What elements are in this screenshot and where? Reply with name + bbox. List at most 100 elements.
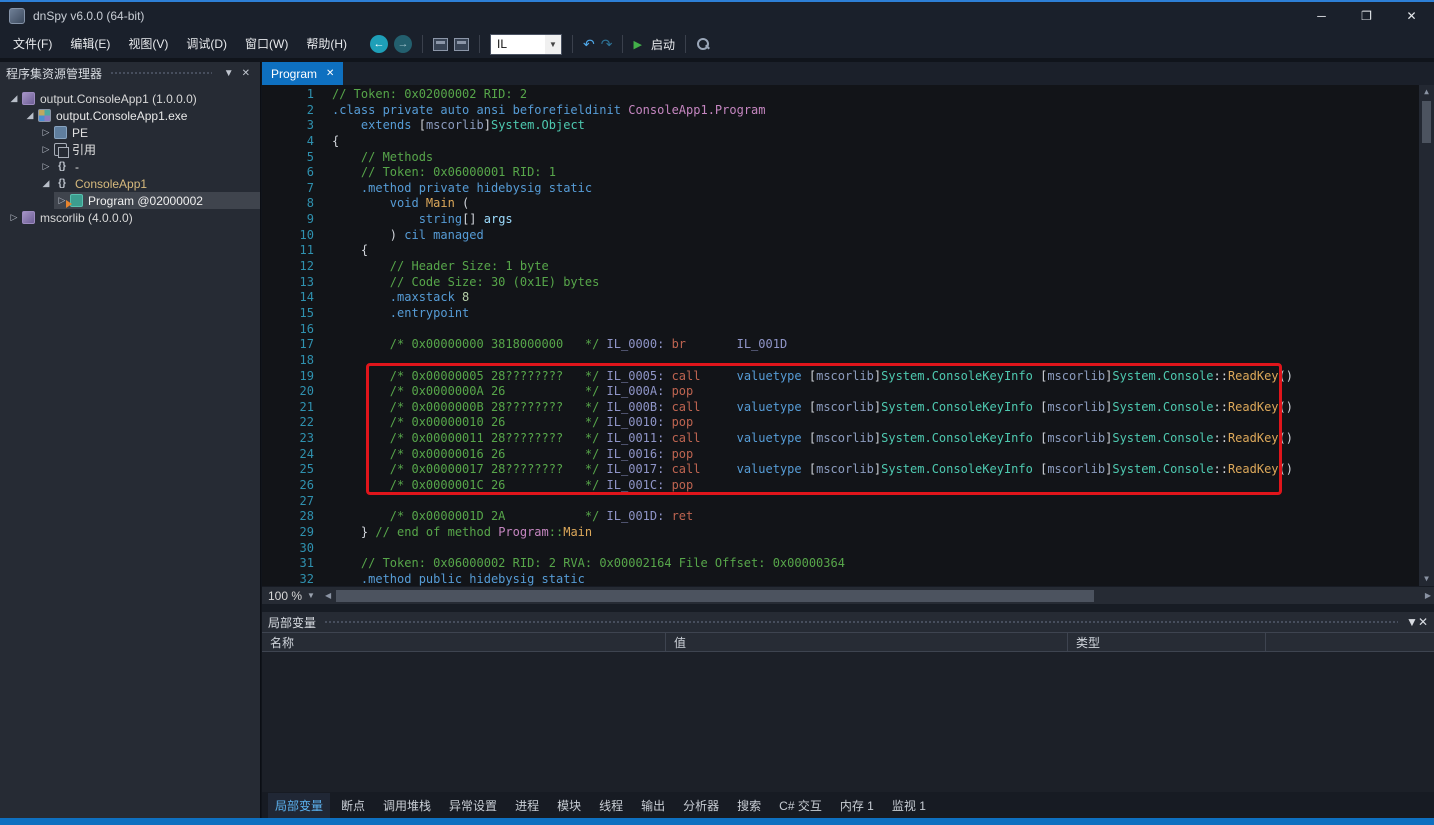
tree-node[interactable]: ◢ {} ConsoleApp1 [0, 175, 260, 192]
tree-node-content[interactable]: ▷ 引用 [38, 141, 260, 158]
panel-splitter[interactable] [262, 604, 1434, 612]
tool-tab[interactable]: 分析器 [676, 793, 726, 818]
tab-close-icon[interactable]: ✕ [326, 68, 334, 79]
code-line[interactable]: 15 .entrypoint [266, 306, 1434, 322]
vertical-scrollbar[interactable]: ▲ ▼ [1419, 85, 1434, 586]
expand-arrow-icon[interactable]: ◢ [6, 93, 22, 104]
vertical-scrollbar-thumb[interactable] [1422, 101, 1431, 143]
zoom-control[interactable]: 100 % ▼ [262, 589, 315, 603]
tree-node-content[interactable]: ▷ {} - [38, 158, 260, 175]
code-line[interactable]: 26 /* 0x0000001C 26 */ IL_001C: pop [266, 478, 1434, 494]
tool-tab[interactable]: 异常设置 [442, 793, 504, 818]
code-line[interactable]: 9 string[] args [266, 212, 1434, 228]
code-line[interactable]: 32 .method public hidebysig static [266, 572, 1434, 586]
tool-tab[interactable]: 断点 [334, 793, 372, 818]
menu-item[interactable]: 帮助(H) [297, 30, 356, 58]
navigate-back-button[interactable]: ← [370, 35, 388, 53]
tool-tab[interactable]: 输出 [634, 793, 672, 818]
start-button-label[interactable]: 启动 [651, 36, 675, 53]
code-line[interactable]: 18 [266, 353, 1434, 369]
undo-button[interactable]: ↶ [583, 36, 595, 53]
scroll-down-icon[interactable]: ▼ [1424, 572, 1429, 586]
search-icon[interactable] [696, 37, 710, 51]
tree-node[interactable]: ▷ {} - [0, 158, 260, 175]
code-line[interactable]: 3 extends [mscorlib]System.Object [266, 118, 1434, 134]
scroll-right-icon[interactable]: ▶ [1425, 589, 1431, 603]
panel-menu-icon[interactable]: ▼ [220, 68, 238, 79]
close-button[interactable]: ✕ [1389, 2, 1434, 30]
code-line[interactable]: 4{ [266, 134, 1434, 150]
locals-table-body[interactable] [262, 652, 1434, 792]
tool-tab[interactable]: 搜索 [730, 793, 768, 818]
collapse-arrow-icon[interactable]: ▷ [6, 212, 22, 223]
code-editor[interactable]: 1// Token: 0x02000002 RID: 2 2 .class priv… [262, 85, 1434, 586]
code-line[interactable]: 11 { [266, 243, 1434, 259]
code-line[interactable]: 5 // Methods [266, 150, 1434, 166]
code-line[interactable]: 20 /* 0x0000000A 26 */ IL_000A: pop [266, 384, 1434, 400]
tool-tab[interactable]: 内存 1 [833, 793, 881, 818]
navigate-forward-button[interactable]: → [394, 35, 412, 53]
tool-tab[interactable]: 模块 [550, 793, 588, 818]
redo-button[interactable]: ↷ [601, 36, 613, 53]
code-line[interactable]: 1 // Token: 0x02000002 RID: 2 [266, 87, 1434, 103]
locals-column-3[interactable]: 类型 [1068, 633, 1266, 651]
code-line[interactable]: 7 .method private hidebysig static [266, 181, 1434, 197]
menu-item[interactable]: 视图(V) [119, 30, 177, 58]
collapse-arrow-icon[interactable]: ▷ [38, 144, 54, 155]
code-line[interactable]: 8 void Main ( [266, 196, 1434, 212]
code-line[interactable]: 21 /* 0x0000000B 28???????? */ IL_000B: … [266, 400, 1434, 416]
collapse-arrow-icon[interactable]: ▷ [38, 161, 54, 172]
tool-tab[interactable]: 局部变量 [268, 792, 331, 818]
tree-node-content[interactable]: ▷ Program @02000002 [54, 192, 260, 209]
tab-program[interactable]: Program ✕ [262, 62, 344, 85]
menu-item[interactable]: 文件(F) [4, 30, 61, 58]
code-line[interactable]: 25 /* 0x00000017 28???????? */ IL_0017: … [266, 462, 1434, 478]
minimize-button[interactable]: ─ [1299, 2, 1344, 30]
code-line[interactable]: 17 /* 0x00000000 3818000000 */ IL_0000: … [266, 337, 1434, 353]
tool-tab[interactable]: 调用堆栈 [376, 793, 438, 818]
open-file-icon[interactable] [433, 37, 448, 51]
chevron-down-icon[interactable]: ▼ [545, 34, 561, 54]
tool-tab[interactable]: C# 交互 [772, 793, 829, 818]
scroll-left-icon[interactable]: ◀ [325, 589, 331, 603]
tool-tab[interactable]: 监视 1 [885, 793, 933, 818]
tree-node[interactable]: ▷ Program @02000002 [0, 192, 260, 209]
tree-node[interactable]: ◢ output.ConsoleApp1 (1.0.0.0) [0, 90, 260, 107]
panel-close-icon[interactable]: ✕ [1418, 615, 1428, 629]
code-line[interactable]: 27 [266, 494, 1434, 510]
scroll-up-icon[interactable]: ▲ [1424, 85, 1429, 99]
code-line[interactable]: 28 /* 0x0000001D 2A */ IL_001D: ret [266, 509, 1434, 525]
locals-column-1[interactable]: 名称 [262, 633, 666, 651]
menu-item[interactable]: 窗口(W) [236, 30, 297, 58]
tree-node-content[interactable]: ▷ mscorlib (4.0.0.0) [6, 209, 260, 226]
code-line[interactable]: 22 /* 0x00000010 26 */ IL_0010: pop [266, 415, 1434, 431]
code-line[interactable]: 10 ) cil managed [266, 228, 1434, 244]
code-line[interactable]: 14 .maxstack 8 [266, 290, 1434, 306]
code-line[interactable]: 23 /* 0x00000011 28???????? */ IL_0011: … [266, 431, 1434, 447]
chevron-down-icon[interactable]: ▼ [307, 591, 315, 600]
code-line[interactable]: 2 .class private auto ansi beforefieldini… [266, 103, 1434, 119]
code-line[interactable]: 30 [266, 541, 1434, 557]
language-selector[interactable]: IL ▼ [490, 33, 562, 55]
tree-node-content[interactable]: ◢ output.ConsoleApp1 (1.0.0.0) [6, 90, 260, 107]
tree-node[interactable]: ▷ PE [0, 124, 260, 141]
tool-tab[interactable]: 线程 [592, 793, 630, 818]
collapse-arrow-icon[interactable]: ▷ [38, 127, 54, 138]
code-line[interactable]: 16 [266, 322, 1434, 338]
maximize-button[interactable]: ❐ [1344, 2, 1389, 30]
code-line[interactable]: 24 /* 0x00000016 26 */ IL_0016: pop [266, 447, 1434, 463]
expand-arrow-icon[interactable]: ◢ [22, 110, 38, 121]
code-line[interactable]: 6 // Token: 0x06000001 RID: 1 [266, 165, 1434, 181]
start-debug-icon[interactable]: ▶ [633, 38, 641, 51]
panel-menu-icon[interactable]: ▼ [1406, 615, 1418, 629]
horizontal-scrollbar-thumb[interactable] [336, 590, 1094, 602]
tree-node[interactable]: ◢ output.ConsoleApp1.exe [0, 107, 260, 124]
tree-node-content[interactable]: ◢ {} ConsoleApp1 [38, 175, 260, 192]
locals-column-2[interactable]: 值 [666, 633, 1068, 651]
expand-arrow-icon[interactable]: ◢ [38, 178, 54, 189]
tree-node-content[interactable]: ◢ output.ConsoleApp1.exe [22, 107, 260, 124]
menu-item[interactable]: 编辑(E) [61, 30, 119, 58]
code-line[interactable]: 31 // Token: 0x06000002 RID: 2 RVA: 0x00… [266, 556, 1434, 572]
tree-node[interactable]: ▷ mscorlib (4.0.0.0) [0, 209, 260, 226]
code-line[interactable]: 13 // Code Size: 30 (0x1E) bytes [266, 275, 1434, 291]
